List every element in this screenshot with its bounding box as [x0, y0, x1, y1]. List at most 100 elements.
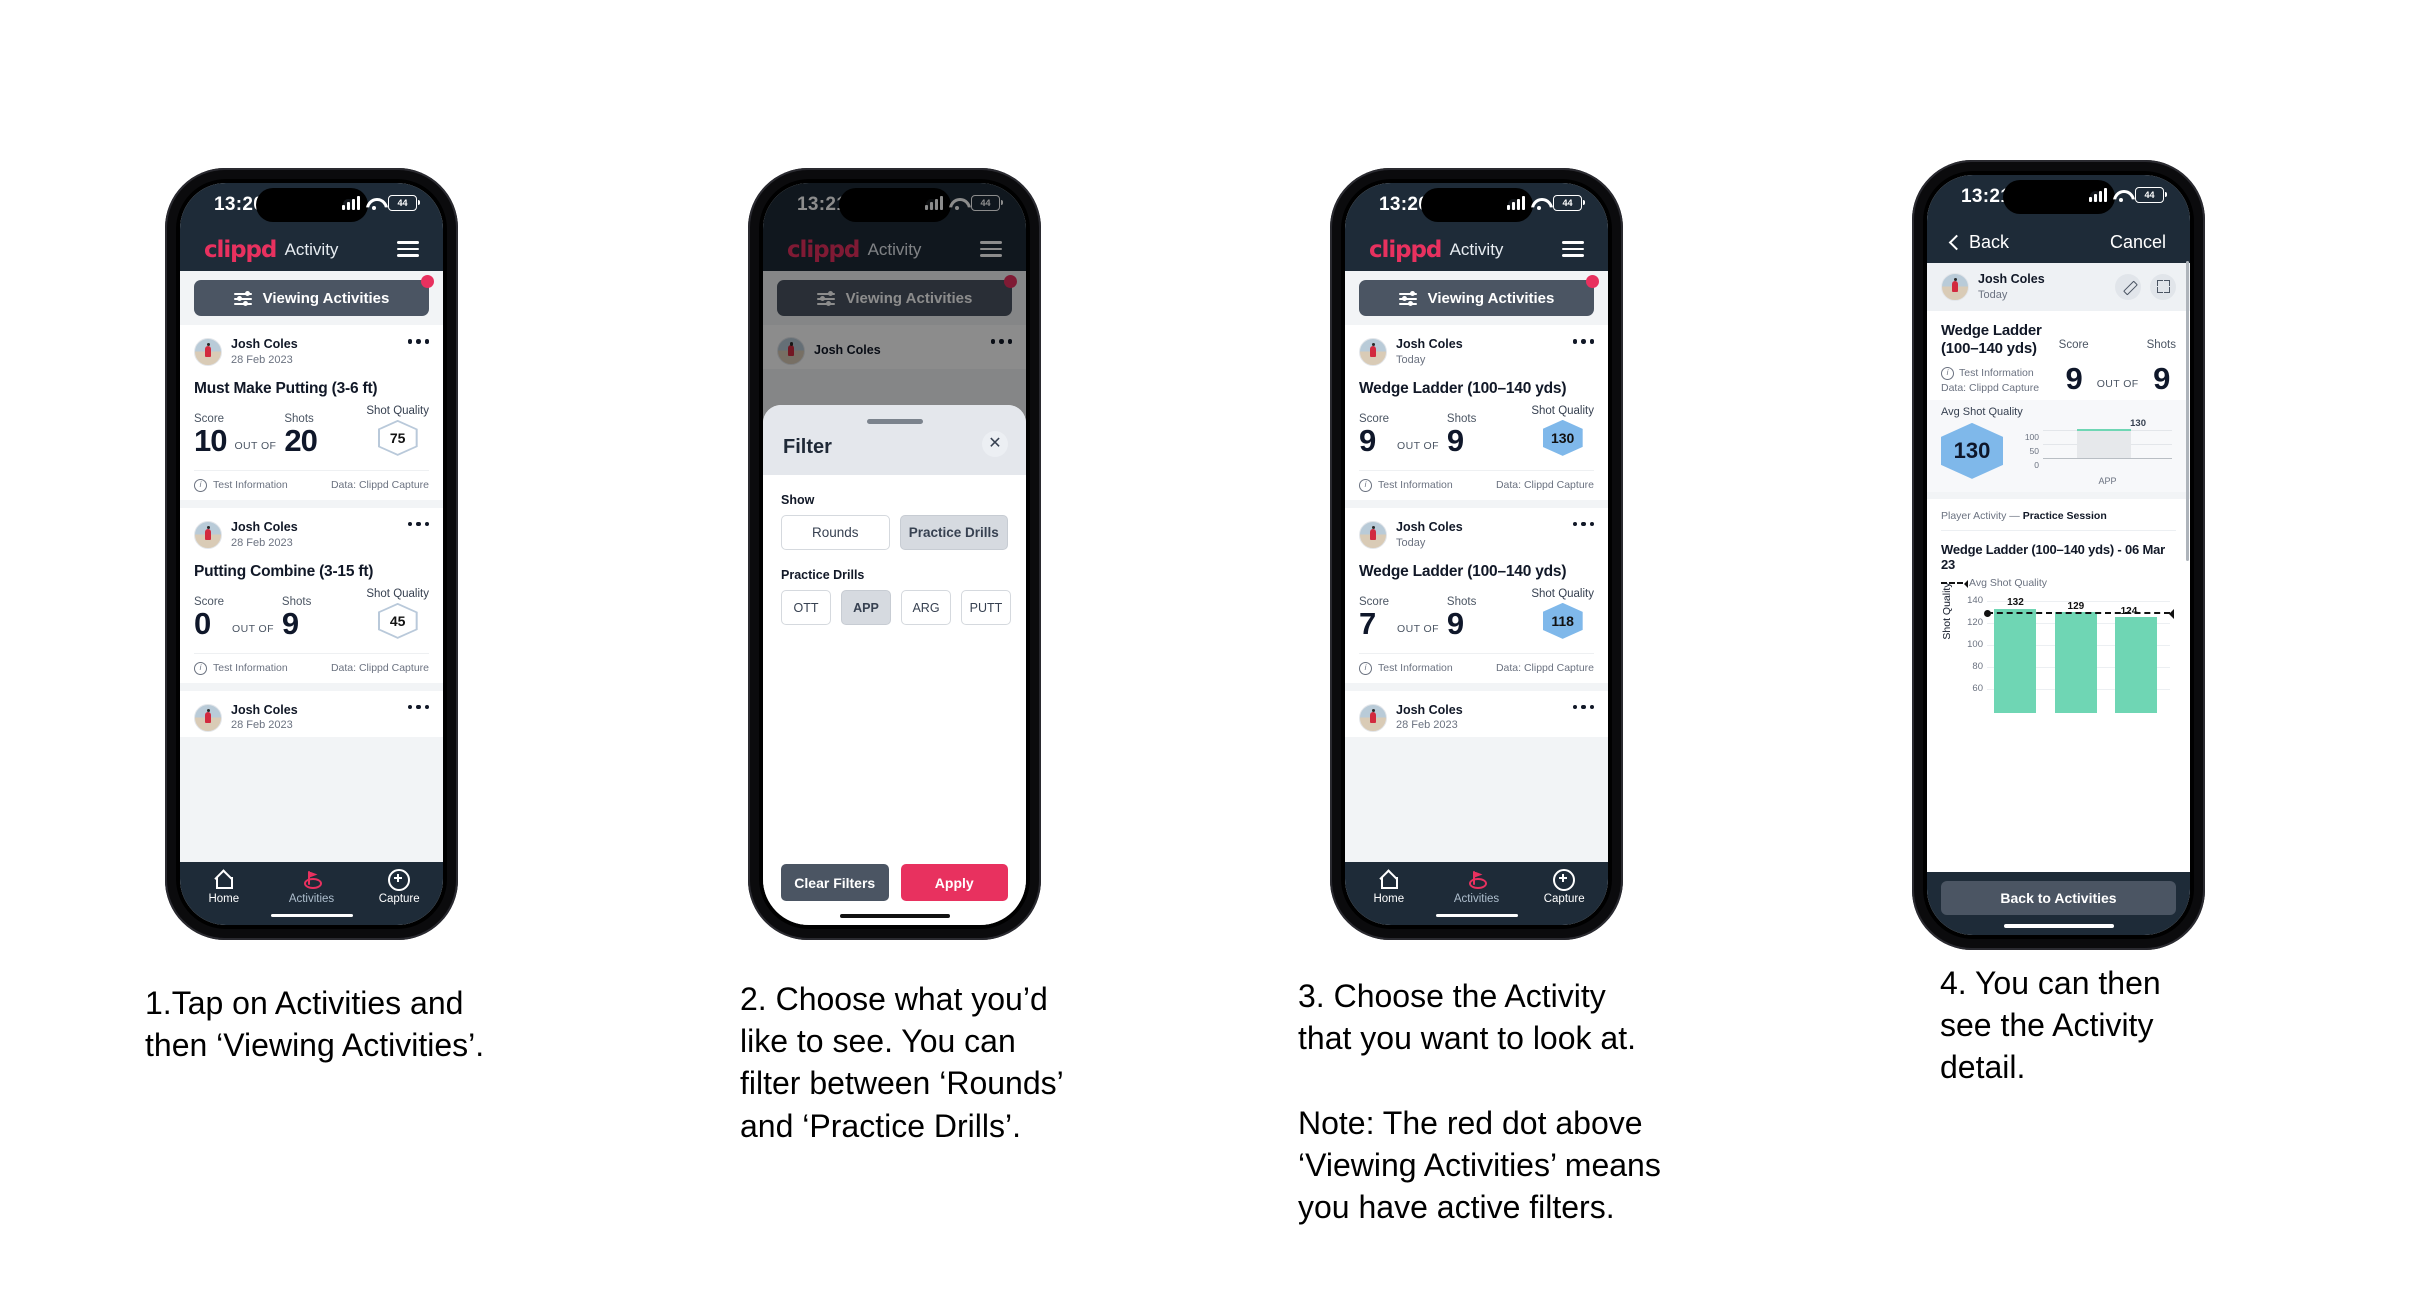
user-name: Josh Coles [231, 337, 298, 351]
shots-stat: Shots 9 [1446, 596, 1476, 642]
avg-shot-quality-section: Avg Shot Quality 130 130 100 50 0 APP [1927, 399, 2190, 492]
phone-screen-2: 13:21 44 clippd Activity Viewing Activit… [763, 183, 1026, 925]
card-overflow-menu-icon[interactable] [1572, 521, 1594, 527]
phone-mockup-4: 13:21 44 Back Cancel Josh Coles Today We… [1912, 160, 2205, 950]
back-to-activities-button[interactable]: Back to Activities [1941, 881, 2176, 915]
card-overflow-menu-icon[interactable] [1572, 339, 1594, 344]
chip-label: APP [853, 600, 879, 615]
sheet-drag-handle[interactable] [866, 419, 923, 424]
card-overflow-menu-icon[interactable] [407, 704, 429, 710]
caption-step-1: 1.Tap on Activities and then ‘Viewing Ac… [145, 985, 485, 1064]
filter-sliders-icon [1398, 291, 1417, 306]
tab-label: Capture [1543, 893, 1585, 905]
phone-screen-1: 13:20 44 clippd Activity Viewing Activit… [180, 183, 443, 925]
phone-bezel: 13:21 44 Back Cancel Josh Coles Today We… [1923, 171, 2194, 939]
chart-plot-area: 132 129 124 [1984, 597, 2174, 713]
tab-label: Capture [378, 893, 420, 905]
out-of-label: OUT OF [1397, 622, 1439, 635]
edit-button[interactable] [2115, 273, 2141, 300]
tab-home[interactable]: Home [1345, 869, 1433, 905]
clear-filters-button[interactable]: Clear Filters [781, 864, 889, 901]
chip-label: Practice Drills [908, 525, 999, 540]
activity-card-partial[interactable]: Josh Coles 28 Feb 2023 [180, 690, 443, 737]
card-overflow-menu-icon[interactable] [407, 521, 429, 527]
detail-summary: Wedge Ladder (100–140 yds) i Test Inform… [1927, 310, 2190, 400]
activity-date: Today [1978, 288, 2008, 301]
activity-card[interactable]: Josh Coles 28 Feb 2023 Putting Combine (… [180, 507, 443, 683]
card-overflow-menu-icon[interactable] [407, 339, 429, 344]
card-separator [1345, 682, 1608, 691]
shots-stat: Shots 9 [282, 596, 311, 639]
chart-bar-label: 124 [2120, 605, 2138, 617]
shots-value: 9 [1446, 423, 1464, 459]
filter-option-arg[interactable]: ARG [901, 590, 951, 625]
activity-card[interactable]: Josh Coles Today Wedge Ladder (100–140 y… [1345, 325, 1608, 500]
avg-shot-quality-line [1984, 608, 2174, 619]
filter-button-label: Viewing Activities [262, 289, 390, 307]
battery-level: 44 [397, 197, 408, 208]
tab-home[interactable]: Home [180, 869, 268, 905]
filter-bottom-sheet: Filter ✕ Show Rounds Practice Drills Pra… [763, 405, 1026, 925]
tab-capture[interactable]: Capture [1520, 868, 1608, 905]
clippd-logo: clippd [1369, 237, 1442, 263]
practice-drills-group-label: Practice Drills [781, 568, 865, 582]
wifi-icon [1531, 197, 1547, 210]
filter-option-app[interactable]: APP [841, 590, 891, 625]
phone-mockup-3: 13:20 44 clippd Activity Viewing Activit… [1330, 168, 1623, 940]
battery-icon: 44 [388, 195, 420, 211]
activity-card-partial[interactable]: Josh Coles 28 Feb 2023 [1345, 690, 1608, 737]
battery-icon: 44 [1553, 195, 1585, 211]
hamburger-menu-icon[interactable] [1562, 241, 1584, 257]
shot-quality-hexagon: 45 [377, 602, 418, 639]
tab-activities[interactable]: Activities [1433, 869, 1521, 917]
back-button[interactable]: Back [1948, 232, 2009, 253]
user-name: Josh Coles [1396, 519, 1463, 534]
score-stat: Score 9 [2059, 339, 2089, 394]
shot-quality-value: 130 [1550, 429, 1575, 446]
status-indicators: 44 [1507, 195, 1585, 211]
battery-level: 44 [1562, 197, 1573, 208]
fullscreen-button[interactable] [2150, 273, 2176, 300]
card-overflow-menu-icon[interactable] [1572, 704, 1594, 710]
activity-date: 28 Feb 2023 [231, 719, 293, 732]
button-label: Apply [934, 874, 974, 891]
tab-activities[interactable]: Activities [268, 869, 356, 917]
detail-footer: Back to Activities [1927, 872, 2190, 935]
close-icon[interactable]: ✕ [982, 431, 1008, 457]
detail-user-header: Josh Coles Today [1927, 263, 2190, 311]
shot-quality-hexagon: 130 [1542, 419, 1583, 456]
filter-option-practice-drills[interactable]: Practice Drills [899, 515, 1008, 550]
filter-option-putt[interactable]: PUTT [961, 590, 1011, 625]
vertical-scrollbar[interactable] [2186, 261, 2189, 561]
avg-shot-quality-value: 130 [1953, 437, 1991, 463]
score-value: 10 [194, 423, 227, 459]
out-of-label: OUT OF [234, 439, 277, 452]
activity-date: Today [1396, 536, 1426, 549]
user-name: Josh Coles [231, 519, 298, 534]
hamburger-menu-icon[interactable] [397, 241, 419, 257]
activity-date: Today [1396, 353, 1426, 366]
shots-value: 9 [1446, 606, 1464, 642]
bottom-tab-bar: Home Activities Capture [180, 862, 443, 925]
shot-quality-label: Shot Quality [1531, 404, 1594, 417]
cellular-signal-icon [342, 196, 360, 210]
battery-level: 44 [2144, 189, 2155, 200]
viewing-activities-filter-button[interactable]: Viewing Activities [1359, 275, 1599, 316]
activity-feed[interactable]: Josh Coles 28 Feb 2023 Must Make Putting… [180, 325, 443, 862]
activity-card[interactable]: Josh Coles 28 Feb 2023 Must Make Putting… [180, 325, 443, 500]
cancel-button[interactable]: Cancel [2110, 232, 2166, 253]
score-stat: Score 0 [194, 596, 224, 639]
apply-button[interactable]: Apply [900, 864, 1008, 901]
tab-capture[interactable]: Capture [355, 868, 443, 905]
status-bar: 13:20 44 [180, 183, 443, 229]
filter-option-ott[interactable]: OTT [781, 590, 831, 625]
viewing-activities-filter-button[interactable]: Viewing Activities [194, 275, 434, 316]
shot-quality-stat: Shot Quality 45 [366, 588, 429, 639]
info-icon: i [1941, 366, 1954, 380]
filter-option-rounds[interactable]: Rounds [781, 515, 890, 550]
activity-card[interactable]: Josh Coles Today Wedge Ladder (100–140 y… [1345, 507, 1608, 683]
mini-chart-ytick: 100 [2024, 431, 2039, 442]
chart-bar [2115, 616, 2158, 713]
card-user-row: Josh Coles 28 Feb 2023 [194, 508, 429, 554]
activity-feed[interactable]: Josh Coles Today Wedge Ladder (100–140 y… [1345, 325, 1608, 862]
